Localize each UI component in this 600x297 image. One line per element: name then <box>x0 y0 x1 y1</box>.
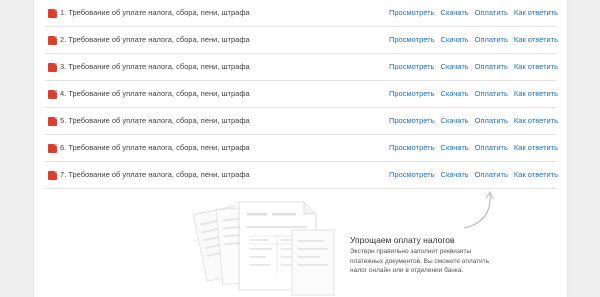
document-actions: Просмотреть Скачать Оплатить Как ответить <box>389 62 564 71</box>
view-link[interactable]: Просмотреть <box>389 35 435 44</box>
documents-panel: 1. Требование об уплате налога, сбора, п… <box>34 0 567 297</box>
download-link[interactable]: Скачать <box>441 143 469 152</box>
pay-link[interactable]: Оплатить <box>475 89 508 98</box>
pay-link[interactable]: Оплатить <box>475 35 508 44</box>
document-row: 5. Требование об уплате налога, сбора, п… <box>45 108 558 135</box>
payment-documents-illustration <box>192 190 494 296</box>
view-link[interactable]: Просмотреть <box>389 62 435 71</box>
view-link[interactable]: Просмотреть <box>389 143 435 152</box>
document-actions: Просмотреть Скачать Оплатить Как ответить <box>389 116 564 125</box>
pay-link[interactable]: Оплатить <box>475 62 508 71</box>
view-link[interactable]: Просмотреть <box>389 170 435 179</box>
pay-link[interactable]: Оплатить <box>475 116 508 125</box>
how-to-answer-link[interactable]: Как ответить <box>514 8 558 17</box>
document-actions: Просмотреть Скачать Оплатить Как ответить <box>389 89 564 98</box>
how-to-answer-link[interactable]: Как ответить <box>514 116 558 125</box>
promo-title: Упрощаем оплату налогов <box>350 235 455 245</box>
download-link[interactable]: Скачать <box>441 8 469 17</box>
document-actions: Просмотреть Скачать Оплатить Как ответить <box>389 170 564 179</box>
document-sheet-right <box>291 229 335 296</box>
download-link[interactable]: Скачать <box>441 170 469 179</box>
document-row: 2. Требование об уплате налога, сбора, п… <box>45 27 558 54</box>
view-link[interactable]: Просмотреть <box>389 116 435 125</box>
pay-link[interactable]: Оплатить <box>475 170 508 179</box>
document-title: 4. Требование об уплате налога, сбора, п… <box>60 89 250 98</box>
how-to-answer-link[interactable]: Как ответить <box>514 89 558 98</box>
document-title: 6. Требование об уплате налога, сбора, п… <box>60 143 250 152</box>
download-link[interactable]: Скачать <box>441 35 469 44</box>
pdf-icon <box>48 90 57 99</box>
how-to-answer-link[interactable]: Как ответить <box>514 62 558 71</box>
download-link[interactable]: Скачать <box>441 116 469 125</box>
pdf-icon <box>48 63 57 72</box>
download-link[interactable]: Скачать <box>441 89 469 98</box>
document-title: 1. Требование об уплате налога, сбора, п… <box>60 8 250 17</box>
document-title: 5. Требование об уплате налога, сбора, п… <box>60 116 250 125</box>
document-title: 7. Требование об уплате налога, сбора, п… <box>60 170 250 179</box>
document-title: 2. Требование об уплате налога, сбора, п… <box>60 35 250 44</box>
document-actions: Просмотреть Скачать Оплатить Как ответить <box>389 143 564 152</box>
document-row: 1. Требование об уплате налога, сбора, п… <box>45 0 558 27</box>
document-actions: Просмотреть Скачать Оплатить Как ответить <box>389 8 564 17</box>
how-to-answer-link[interactable]: Как ответить <box>514 170 558 179</box>
how-to-answer-link[interactable]: Как ответить <box>514 35 558 44</box>
document-actions: Просмотреть Скачать Оплатить Как ответить <box>389 35 564 44</box>
pdf-icon <box>48 171 57 180</box>
view-link[interactable]: Просмотреть <box>389 89 435 98</box>
pdf-icon <box>48 9 57 18</box>
download-link[interactable]: Скачать <box>441 62 469 71</box>
document-row: 6. Требование об уплате налога, сбора, п… <box>45 135 558 162</box>
view-link[interactable]: Просмотреть <box>389 8 435 17</box>
promo-text: Экстерн правильно заполнит реквизиты пла… <box>350 248 490 274</box>
document-row: 4. Требование об уплате налога, сбора, п… <box>45 81 558 108</box>
document-title: 3. Требование об уплате налога, сбора, п… <box>60 62 250 71</box>
pdf-icon <box>48 36 57 45</box>
how-to-answer-link[interactable]: Как ответить <box>514 143 558 152</box>
pdf-icon <box>48 117 57 126</box>
document-row: 3. Требование об уплате налога, сбора, п… <box>45 54 558 81</box>
pay-link[interactable]: Оплатить <box>475 8 508 17</box>
curved-arrow-icon <box>463 193 491 229</box>
documents-list: 1. Требование об уплате налога, сбора, п… <box>45 0 558 189</box>
pay-link[interactable]: Оплатить <box>475 143 508 152</box>
pdf-icon <box>48 144 57 153</box>
